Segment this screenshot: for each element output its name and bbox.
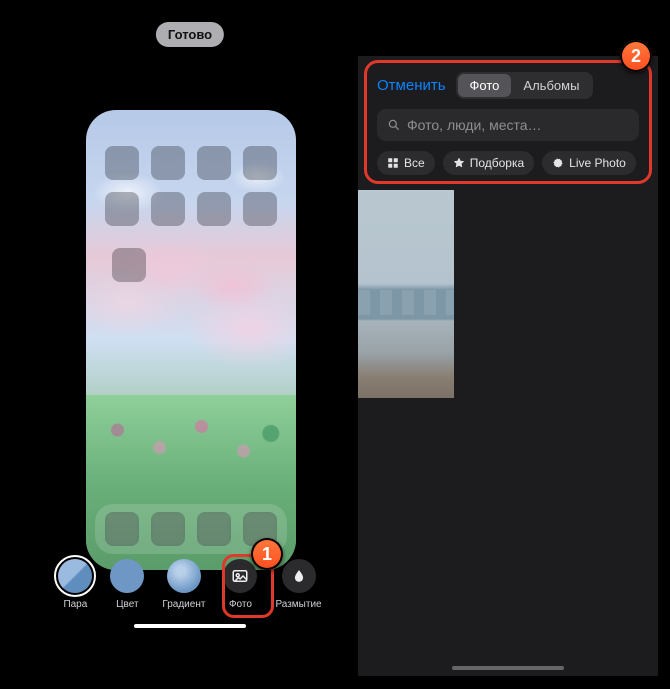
app-placeholder — [151, 192, 185, 226]
style-label: Пара — [63, 599, 87, 610]
search-field[interactable]: Фото, люди, места… — [377, 109, 639, 141]
color-swatch-icon — [110, 559, 144, 593]
app-placeholder — [197, 146, 231, 180]
style-blur[interactable]: Размытие — [275, 559, 321, 610]
app-placeholder — [151, 146, 185, 180]
style-gradient[interactable]: Градиент — [162, 559, 205, 610]
picker-tabs: Фото Альбомы — [456, 72, 594, 99]
style-label: Фото — [229, 599, 252, 610]
app-placeholder — [105, 192, 139, 226]
grid-icon — [387, 157, 399, 169]
style-row: Пара Цвет Градиент Фото — [40, 559, 340, 610]
pair-swatch-icon — [58, 559, 92, 593]
style-label: Размытие — [275, 599, 321, 610]
style-label: Цвет — [116, 599, 138, 610]
home-icon-grid-extra — [112, 248, 146, 282]
style-color[interactable]: Цвет — [110, 559, 144, 610]
annotation-badge-2: 2 — [620, 40, 652, 72]
filter-chips: Все Подборка Live Photo Природа — [377, 151, 639, 175]
chip-label: Live Photo — [569, 156, 626, 170]
done-button[interactable]: Готово — [156, 22, 224, 47]
tab-photos[interactable]: Фото — [458, 74, 512, 97]
star-icon — [453, 157, 465, 169]
wallpaper-preview[interactable] — [86, 110, 296, 570]
home-indicator — [452, 666, 564, 670]
app-placeholder — [243, 192, 277, 226]
app-placeholder — [112, 248, 146, 282]
app-placeholder — [105, 146, 139, 180]
style-label: Градиент — [162, 599, 205, 610]
photo-picker-screen: Отменить Фото Альбомы Фото, люди, места…… — [358, 56, 658, 676]
search-placeholder: Фото, люди, места… — [407, 117, 542, 133]
cancel-button[interactable]: Отменить — [377, 77, 446, 94]
photo-swatch-icon — [223, 559, 257, 593]
annotation-badge-1: 1 — [251, 538, 283, 570]
style-photo[interactable]: Фото — [223, 559, 257, 610]
app-placeholder — [197, 512, 231, 546]
chip-label: Подборка — [470, 156, 524, 170]
chip-all[interactable]: Все — [377, 151, 435, 175]
live-photo-icon — [552, 157, 564, 169]
chip-featured[interactable]: Подборка — [443, 151, 534, 175]
app-placeholder — [243, 146, 277, 180]
home-indicator — [134, 624, 246, 628]
chip-label: Все — [404, 156, 425, 170]
tab-albums[interactable]: Альбомы — [511, 74, 591, 97]
photo-thumbnail[interactable] — [358, 190, 454, 398]
style-pair[interactable]: Пара — [58, 559, 92, 610]
app-placeholder — [197, 192, 231, 226]
picker-top-row: Отменить Фото Альбомы — [377, 71, 639, 99]
chip-live-photo[interactable]: Live Photo — [542, 151, 636, 175]
app-placeholder — [105, 512, 139, 546]
customize-screen: Готово Пара Ц — [40, 14, 340, 634]
blur-swatch-icon — [282, 559, 316, 593]
picker-header: Отменить Фото Альбомы Фото, люди, места…… — [364, 60, 652, 184]
home-icon-grid — [105, 146, 277, 226]
gradient-swatch-icon — [167, 559, 201, 593]
search-icon — [387, 118, 401, 132]
app-placeholder — [151, 512, 185, 546]
